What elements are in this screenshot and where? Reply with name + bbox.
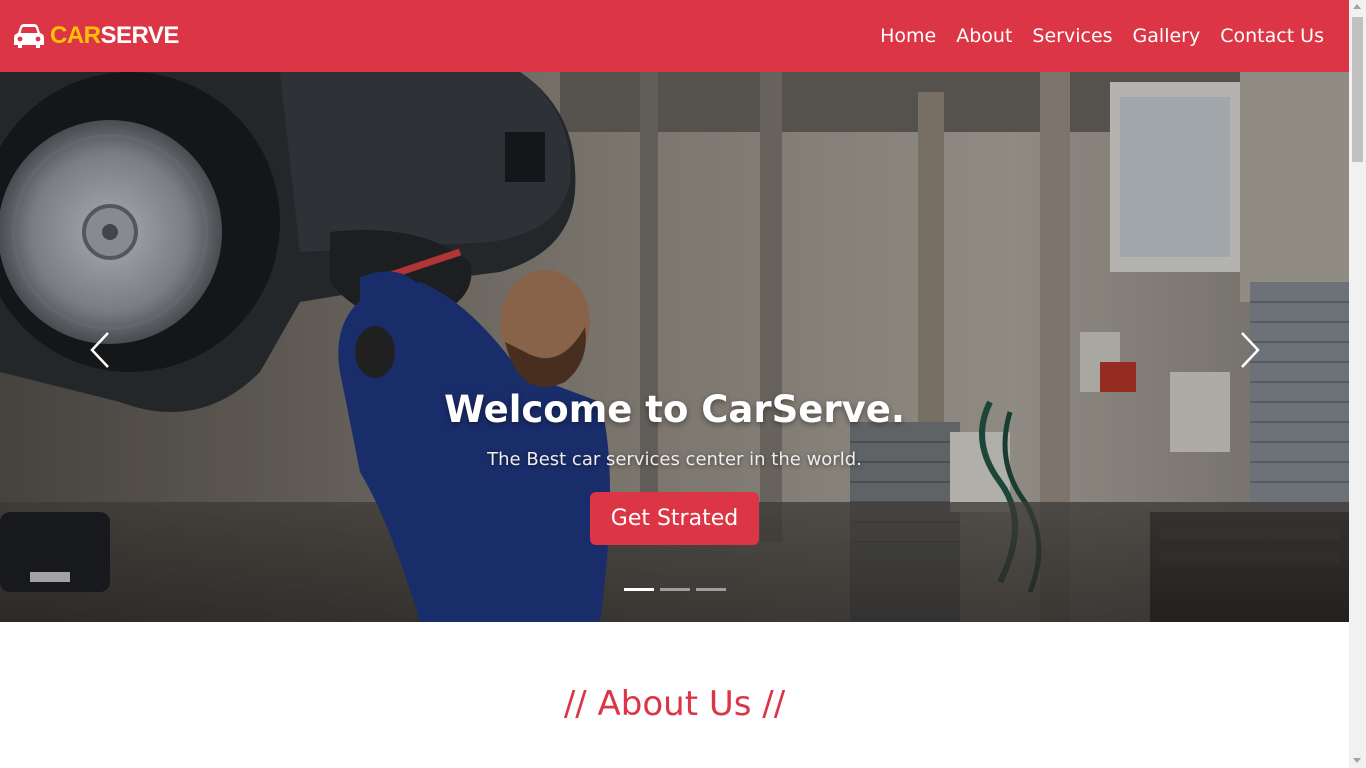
brand-name-serve: SERVE [100,22,180,49]
brand-name: CARSERVE [50,24,179,48]
nav-link-gallery[interactable]: Gallery [1133,25,1201,47]
scroll-down-arrow-icon[interactable] [1353,758,1361,763]
nav-link-services[interactable]: Services [1032,25,1112,47]
hero-caption: Welcome to CarServe. The Best car servic… [0,388,1349,545]
brand-name-car: CAR [50,22,101,49]
carousel-next-button[interactable] [1228,327,1268,373]
scrollbar-thumb[interactable] [1352,17,1363,162]
chevron-right-icon [1241,332,1260,368]
carousel-indicator-2[interactable] [659,588,690,591]
about-section-title: // About Us // [563,684,786,724]
nav-menu: Home About Services Gallery Contact Us [880,25,1324,47]
hero-title: Welcome to CarServe. [444,388,905,431]
brand-logo[interactable]: CARSERVE [14,23,179,49]
chevron-left-icon [90,332,109,368]
nav-link-contact[interactable]: Contact Us [1220,25,1324,47]
carousel-indicator-3[interactable] [695,588,726,591]
get-started-button[interactable]: Get Strated [589,492,760,545]
navbar: CARSERVE Home About Services Gallery Con… [0,0,1349,72]
hero-subtitle: The Best car services center in the worl… [487,449,862,470]
nav-link-about[interactable]: About [956,25,1012,47]
hero-carousel: Welcome to CarServe. The Best car servic… [0,72,1349,622]
carousel-indicators [0,588,1349,591]
carousel-indicator-1[interactable] [623,588,654,591]
page-scrollbar[interactable] [1349,0,1366,768]
car-icon [14,24,44,48]
carousel-prev-button[interactable] [82,327,122,373]
scroll-up-arrow-icon[interactable] [1353,4,1361,9]
nav-link-home[interactable]: Home [880,25,936,47]
